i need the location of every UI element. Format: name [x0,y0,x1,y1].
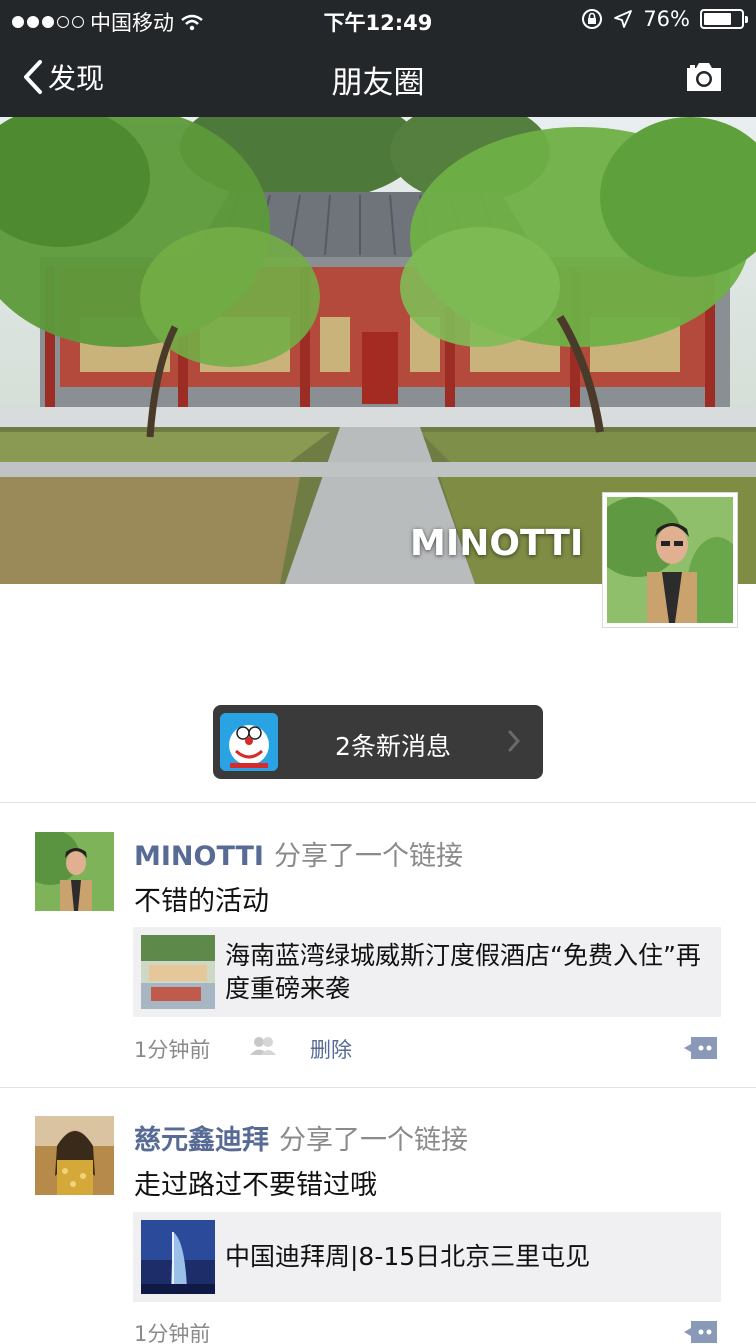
battery-icon [700,9,748,29]
comment-icon[interactable] [683,1035,719,1061]
post-action-text: 分享了一个链接 [273,841,463,872]
author-name-text[interactable]: MINOTTI [134,841,264,872]
post-author-avatar[interactable] [35,1116,114,1195]
avatar-image [592,497,747,637]
link-thumbnail [141,1220,215,1294]
profile-avatar[interactable] [592,492,747,637]
link-title: 中国迪拜周|8-15日北京三里屯见 [225,1242,591,1271]
nav-bar: 发现 朋友圈 [0,40,756,117]
link-title: 海南蓝湾绿城威斯汀度假酒店“免费入住”再度重磅来袭 [225,941,701,1003]
cover-username: MINOTTI [410,523,584,564]
status-bar: 中国移动 下午12:49 76% [0,0,756,40]
battery-percent: 76% [643,7,690,31]
page-title: 朋友圈 [331,65,425,101]
shared-link-card[interactable]: 海南蓝湾绿城威斯汀度假酒店“免费入住”再度重磅来袭 [133,927,721,1017]
post-author-avatar[interactable] [35,832,114,911]
new-messages-button[interactable]: 2条新消息 [213,705,543,779]
post-action-text: 分享了一个链接 [279,1125,468,1156]
feed-divider [0,1087,756,1088]
chevron-right-icon [508,730,521,752]
rotation-lock-icon [582,9,603,29]
post-text: 走过路过不要错过哦 [134,1170,377,1201]
delete-button[interactable]: 删除 [310,1034,352,1064]
camera-icon [687,63,721,91]
post-timestamp: 1分钟前 [134,1322,211,1344]
friends-visibility-icon [250,1037,276,1055]
new-messages-label: 2条新消息 [335,732,451,761]
post-text: 不错的活动 [134,886,269,917]
shared-link-card[interactable]: 中国迪拜周|8-15日北京三里屯见 [133,1212,721,1302]
link-thumbnail [141,935,215,1009]
author-name-text[interactable]: 慈元鑫迪拜 [134,1125,269,1156]
feed-divider [0,802,756,803]
comment-icon[interactable] [683,1319,719,1344]
location-arrow-icon [614,10,633,28]
post-author-name[interactable]: MINOTTI 分享了一个链接 [134,834,463,873]
post-author-name[interactable]: 慈元鑫迪拜 分享了一个链接 [134,1118,468,1157]
top-bar: 中国移动 下午12:49 76% 发现 朋友圈 [0,0,756,117]
post-timestamp: 1分钟前 [134,1038,211,1062]
camera-button[interactable] [684,60,724,98]
